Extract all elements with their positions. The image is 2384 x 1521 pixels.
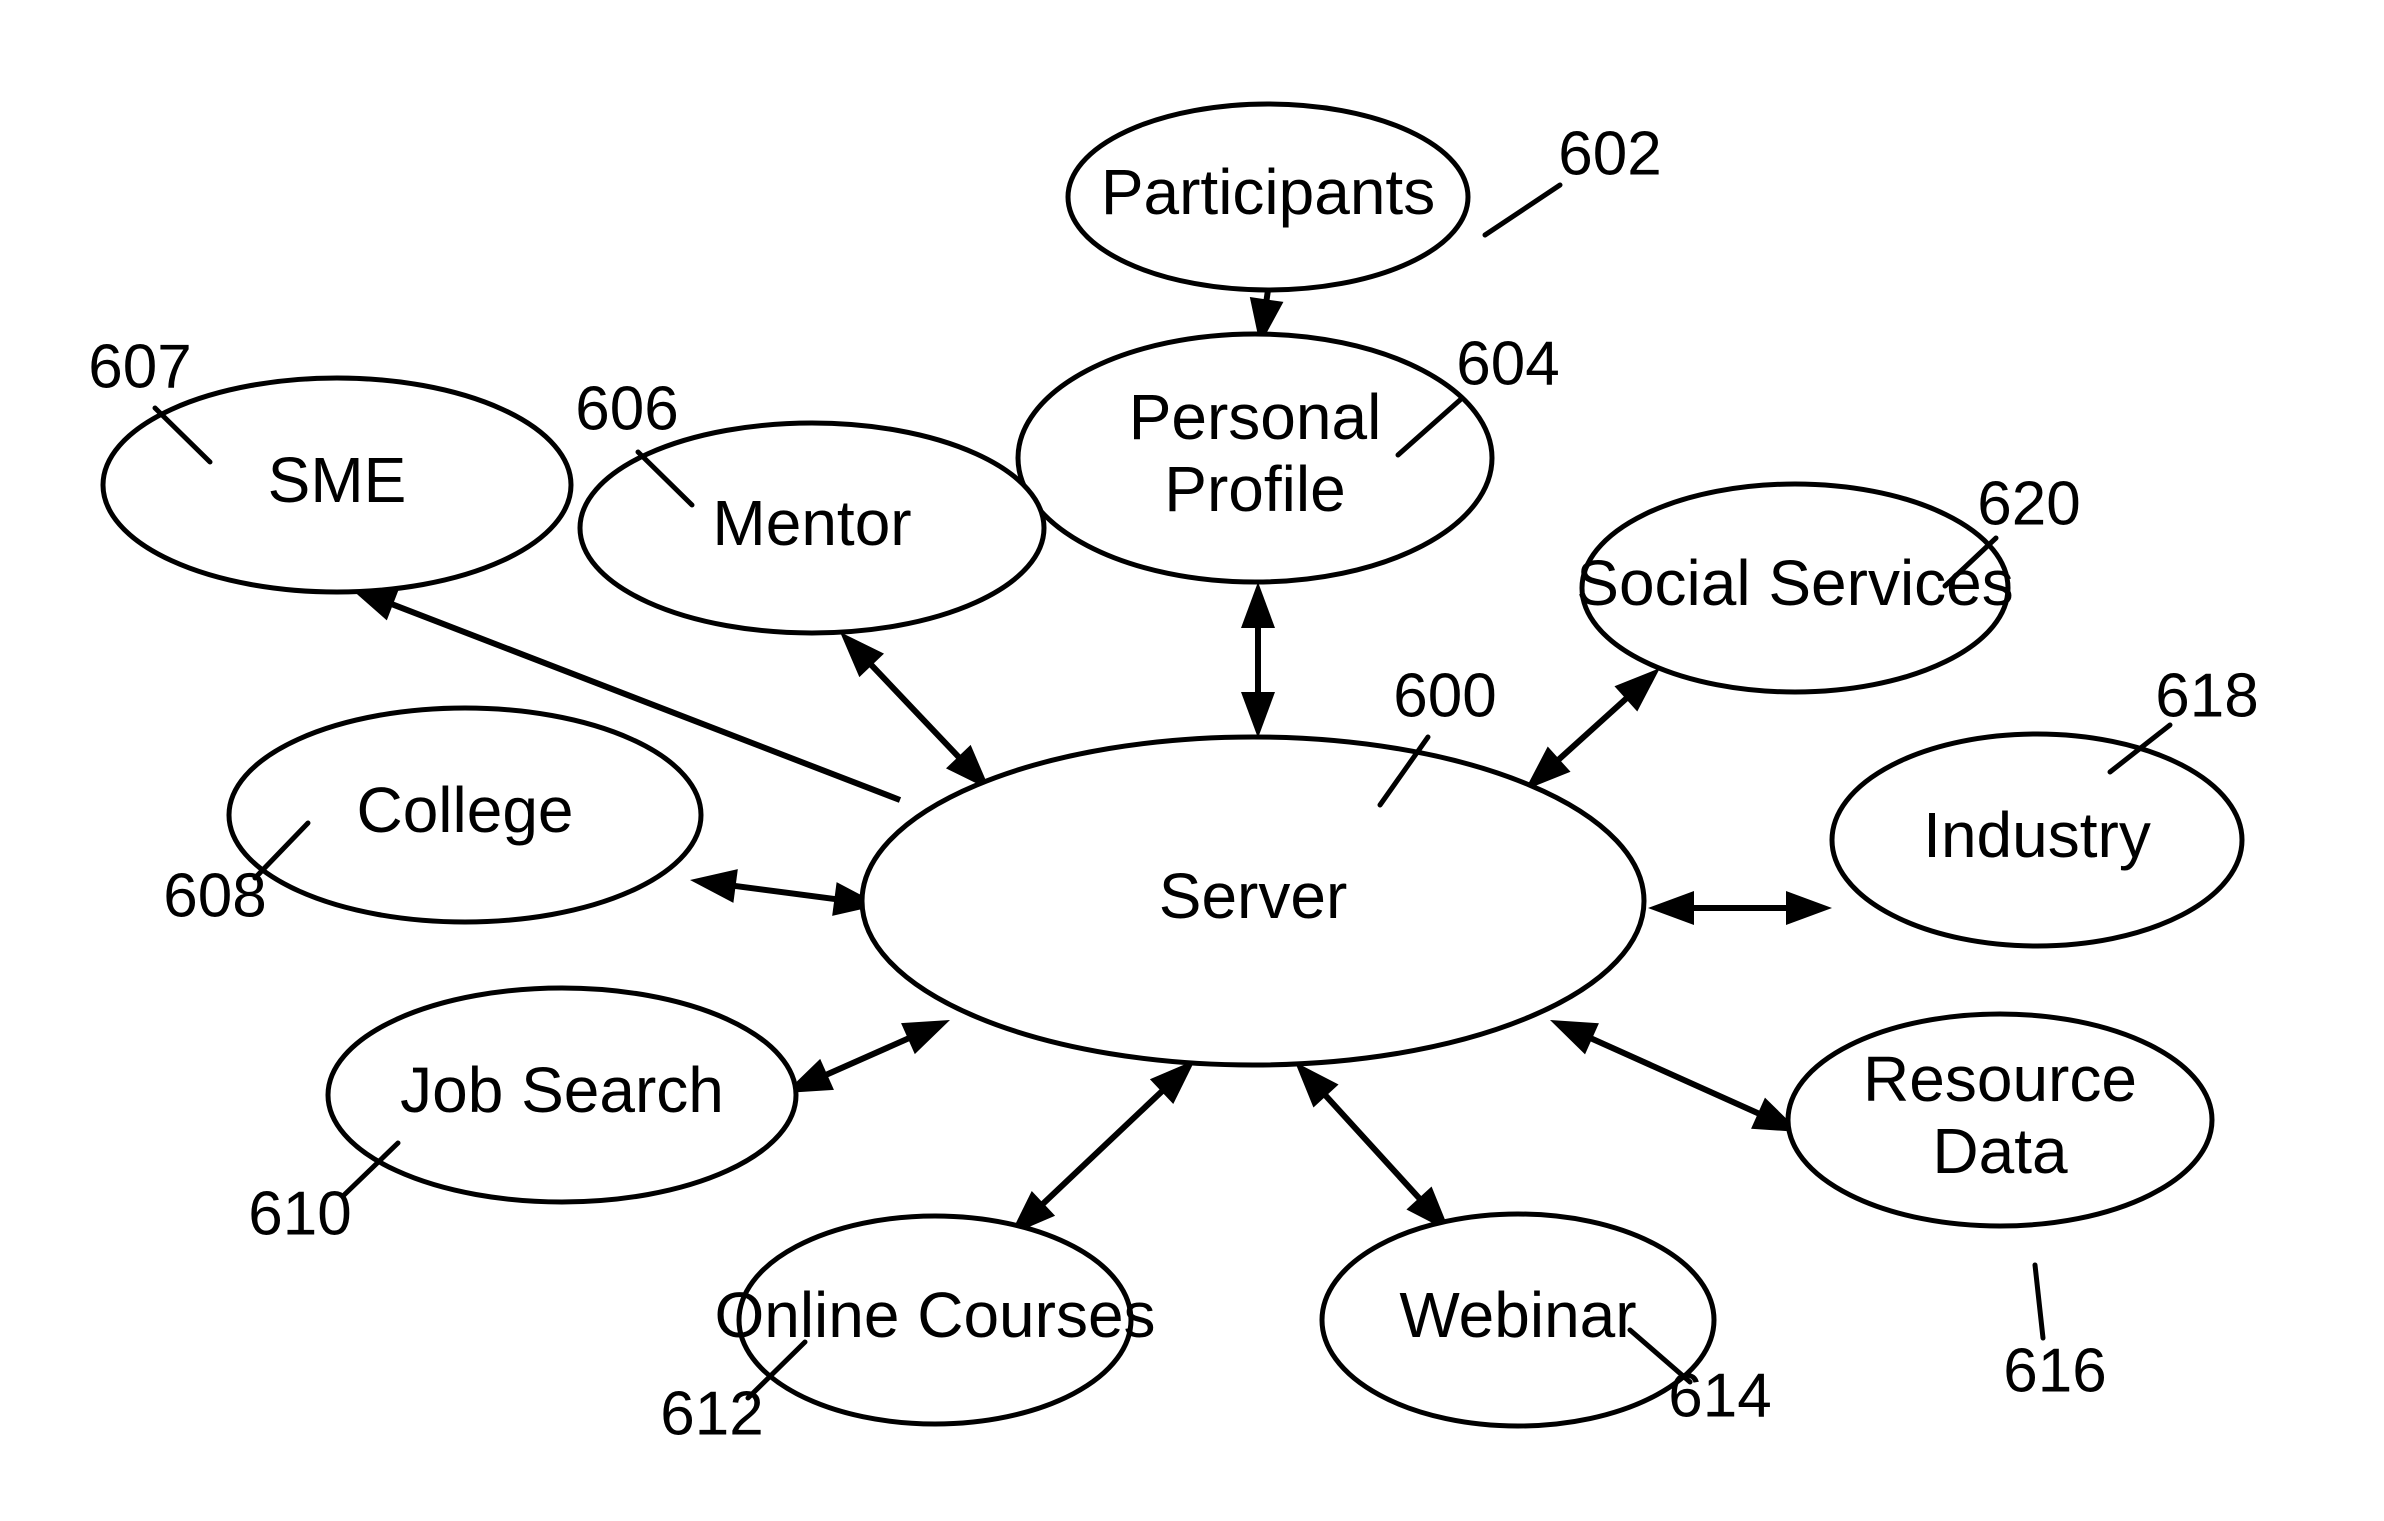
node-label-mentor: Mentor: [712, 487, 911, 559]
reference-label-606: 606: [575, 374, 678, 443]
reference-label-614: 614: [1668, 1361, 1771, 1430]
edge-server-to-college: [690, 869, 880, 916]
node-label-online-courses: Online Courses: [714, 1279, 1155, 1351]
node-label-participants: Participants: [1101, 156, 1435, 228]
node-mentor[interactable]: Mentor: [577, 420, 1047, 636]
node-social-services[interactable]: Social Services: [1576, 481, 2014, 695]
node-label-webinar: Webinar: [1399, 1279, 1636, 1351]
network-diagram-canvas: Server Participants PersonalProfile Mentor S…: [88, 101, 2259, 1448]
node-label-college: College: [356, 774, 573, 846]
reference-numeral-602: 602: [1482, 119, 1662, 238]
edge-server-to-mentor: [840, 632, 990, 790]
arrowhead-icon: [1648, 891, 1694, 925]
reference-label-610: 610: [248, 1179, 351, 1248]
reference-label-620: 620: [1977, 469, 2080, 538]
node-college[interactable]: College: [226, 705, 704, 925]
edge-server-to-webinar: [1295, 1062, 1450, 1232]
node-participants[interactable]: Participants: [1065, 101, 1471, 293]
arrowhead-icon: [1241, 582, 1275, 628]
node-resource-data[interactable]: ResourceData: [1785, 1011, 2215, 1229]
node-job-search[interactable]: Job Search: [325, 985, 799, 1205]
node-label-job-search: Job Search: [400, 1054, 724, 1126]
arrowhead-icon: [690, 869, 738, 903]
leader-line-602: [1482, 182, 1563, 238]
arrowhead-icon: [901, 1020, 950, 1055]
reference-label-600: 600: [1393, 661, 1496, 730]
node-sme[interactable]: SME: [100, 375, 574, 595]
edge-personal-profile-to-server: [1241, 582, 1275, 738]
node-personal-profile[interactable]: PersonalProfile: [1015, 331, 1495, 585]
node-label-server: Server: [1159, 860, 1348, 932]
reference-numeral-618: 618: [2107, 661, 2259, 775]
edge-server-to-industry: [1648, 891, 1832, 925]
reference-label-604: 604: [1456, 329, 1559, 398]
patent-figure: Server Participants Personal Profile Mentor S…: [0, 0, 2384, 1521]
node-label-personal-profile: Profile: [1164, 453, 1345, 525]
reference-label-602: 602: [1558, 119, 1661, 188]
edge-server-to-online-courses: [1010, 1060, 1195, 1235]
edge-server-to-social-services: [1525, 668, 1660, 790]
node-server[interactable]: Server: [859, 734, 1647, 1068]
node-online-courses[interactable]: Online Courses: [714, 1213, 1156, 1427]
arrowhead-icon: [1550, 1020, 1599, 1055]
reference-label-612: 612: [660, 1379, 763, 1448]
arrowhead-icon: [1786, 891, 1832, 925]
edge-server-to-job-search: [785, 1020, 950, 1093]
node-label-resource-data: Resource: [1863, 1043, 2137, 1115]
reference-label-607: 607: [88, 332, 191, 401]
edge-server-to-resource-data: [1550, 1020, 1800, 1132]
nodes-layer: Server Participants PersonalProfile Mentor S…: [100, 101, 2245, 1429]
node-label-resource-data: Data: [1932, 1115, 2068, 1187]
node-label-sme: SME: [268, 444, 407, 516]
reference-label-618: 618: [2155, 661, 2258, 730]
leader-line-616: [2032, 1262, 2046, 1341]
reference-label-608: 608: [163, 861, 266, 930]
arrowhead-icon: [1241, 692, 1275, 738]
node-webinar[interactable]: Webinar: [1319, 1211, 1717, 1429]
node-label-industry: Industry: [1923, 799, 2151, 871]
reference-label-616: 616: [2003, 1336, 2106, 1405]
reference-numeral-616: 616: [2003, 1262, 2107, 1405]
node-label-personal-profile: Personal: [1129, 381, 1382, 453]
node-industry[interactable]: Industry: [1829, 731, 2245, 949]
